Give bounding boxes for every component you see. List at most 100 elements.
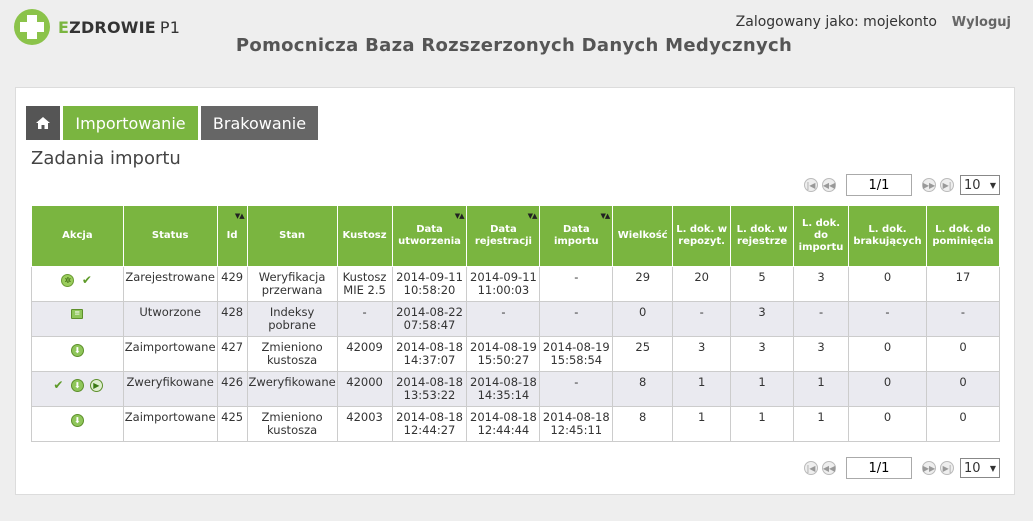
table-cell: Zmieniono kustosza (246, 335, 338, 372)
page-size-select[interactable]: 10 ▼ (960, 175, 1000, 195)
first-page-icon[interactable]: |◀ (804, 178, 818, 192)
pager-bottom: |◀ ◀◀ ▶▶ ▶| 10▼ (804, 457, 1000, 479)
table-row: ✲ ✔ Zarejestrowane 429 Weryfikacja przerwana… (31, 265, 1001, 302)
column-header-label: L. dok. w repozyt. (676, 223, 728, 247)
table-cell: 0 (925, 405, 1001, 442)
table-cell: - (793, 300, 849, 337)
table-cell: 2014-08-19 15:50:27 (466, 335, 541, 372)
column-header[interactable]: Data utworzenia ▼▲ (391, 206, 468, 267)
tab-home[interactable] (26, 106, 60, 140)
table-cell: 3 (730, 300, 795, 337)
table-cell: Zaimportowane (122, 335, 218, 372)
table-cell: 429 (216, 265, 248, 302)
table-cell: 3 (730, 335, 795, 372)
table-cell: 428 (216, 300, 248, 337)
first-page-icon[interactable]: |◀ (804, 461, 818, 475)
column-header-label: Status (151, 229, 189, 241)
tab-bar: Importowanie Brakowanie (26, 106, 318, 140)
table-cell: - (466, 300, 541, 337)
table-cell: 425 (216, 405, 248, 442)
gear-icon[interactable]: ✲ (61, 273, 75, 287)
sort-arrows-icon[interactable]: ▼▲ (455, 210, 465, 222)
table-cell: 2014-08-18 12:44:44 (466, 405, 541, 442)
column-header[interactable]: Data importu ▼▲ (539, 206, 614, 267)
next-page-icon[interactable]: ▶▶ (922, 461, 936, 475)
table-row: ✔ ⬇ ▶ Zweryfikowane 426 Zweryfikowane 42000 201… (31, 370, 1001, 407)
pager-top: |◀ ◀◀ ▶▶ ▶| 10▼ (804, 174, 1000, 196)
table-cell: 3 (672, 335, 732, 372)
table-cell: 0 (848, 370, 927, 407)
sort-arrows-icon[interactable]: ▼▲ (235, 210, 245, 222)
logout-link[interactable]: Wyloguj (952, 15, 1011, 30)
table-cell: - (539, 265, 614, 302)
prev-page-icon[interactable]: ◀◀ (822, 178, 836, 192)
column-header: L. dok. w repozyt. (672, 206, 732, 267)
prev-page-icon[interactable]: ◀◀ (822, 461, 836, 475)
column-header-label: Wielkość (617, 229, 668, 241)
download-icon[interactable]: ⬇ (70, 378, 84, 392)
last-page-icon[interactable]: ▶| (940, 178, 954, 192)
logo-text: EZDROWIE P1 (58, 17, 181, 37)
download-icon[interactable]: ⬇ (70, 413, 84, 427)
action-cell: ≡ (31, 300, 124, 337)
column-header: L. dok. brakujących (848, 206, 927, 267)
column-header-label: Akcja (62, 229, 93, 241)
column-header[interactable]: Data rejestracji ▼▲ (466, 206, 541, 267)
next-page-icon[interactable]: ▶▶ (922, 178, 936, 192)
column-header: Status (122, 206, 218, 267)
table-cell: 2014-08-18 14:35:14 (466, 370, 541, 407)
table-cell: 17 (925, 265, 1001, 302)
download-icon[interactable]: ⬇ (70, 343, 84, 357)
tab-brakowanie[interactable]: Brakowanie (201, 106, 318, 140)
table-cell: 5 (730, 265, 795, 302)
table-cell: 42000 (336, 370, 393, 407)
table-cell: Utworzone (122, 300, 218, 337)
play-icon[interactable]: ▶ (89, 378, 103, 392)
action-cell: ✲ ✔ (31, 265, 124, 302)
check-icon[interactable]: ✔ (80, 273, 93, 287)
tab-importowanie[interactable]: Importowanie (63, 106, 198, 140)
column-header: L. dok. do pominięcia (925, 206, 1001, 267)
column-header-label: Data importu (553, 223, 599, 247)
table-cell: 0 (848, 335, 927, 372)
page-input[interactable] (846, 174, 912, 196)
table-cell: - (336, 300, 393, 337)
table-cell: 427 (216, 335, 248, 372)
column-header-label: Kustosz (342, 229, 387, 241)
table-cell: - (539, 370, 614, 407)
table-cell: 2014-09-11 11:00:03 (466, 265, 541, 302)
column-header-label: Stan (279, 229, 306, 241)
table-cell: 0 (612, 300, 674, 337)
page-size-select[interactable]: 10 ▼ (960, 458, 1000, 478)
column-header-label: Id (226, 229, 238, 241)
table-cell: Zarejestrowane (122, 265, 218, 302)
sort-arrows-icon[interactable]: ▼▲ (600, 210, 610, 222)
page-input[interactable] (846, 457, 912, 479)
import-tasks-table: Akcja Status Id ▼▲ Stan Kustosz Data utworzeni… (31, 206, 1001, 442)
action-cell: ⬇ (31, 405, 124, 442)
table-cell: - (672, 300, 732, 337)
table-cell: 0 (925, 370, 1001, 407)
column-header-label: L. dok. brakujących (853, 223, 922, 247)
sort-arrows-icon[interactable]: ▼▲ (528, 210, 538, 222)
table-cell: Zaimportowane (122, 405, 218, 442)
table-cell: 1 (672, 370, 732, 407)
check-icon[interactable]: ✔ (52, 378, 65, 392)
last-page-icon[interactable]: ▶| (940, 461, 954, 475)
table-cell: 0 (925, 335, 1001, 372)
table-cell: Indeksy pobrane (246, 300, 338, 337)
column-header[interactable]: Id ▼▲ (216, 206, 248, 267)
table-cell: Weryfikacja przerwana (246, 265, 338, 302)
chevron-down-icon: ▼ (989, 180, 996, 190)
column-header-label: L. dok. do importu (798, 217, 844, 253)
table-cell: 0 (848, 405, 927, 442)
table-cell: 2014-08-18 14:37:07 (391, 335, 468, 372)
document-icon[interactable]: ≡ (71, 308, 84, 319)
table-cell: 2014-08-18 12:45:11 (539, 405, 614, 442)
table-cell: 1 (672, 405, 732, 442)
table-cell: 3 (793, 335, 849, 372)
table-row: ≡ Utworzone 428 Indeksy pobrane -2014-08-22 … (31, 300, 1001, 337)
table-cell: Zweryfikowane (246, 370, 338, 407)
table-cell: 1 (793, 370, 849, 407)
table-cell: 29 (612, 265, 674, 302)
